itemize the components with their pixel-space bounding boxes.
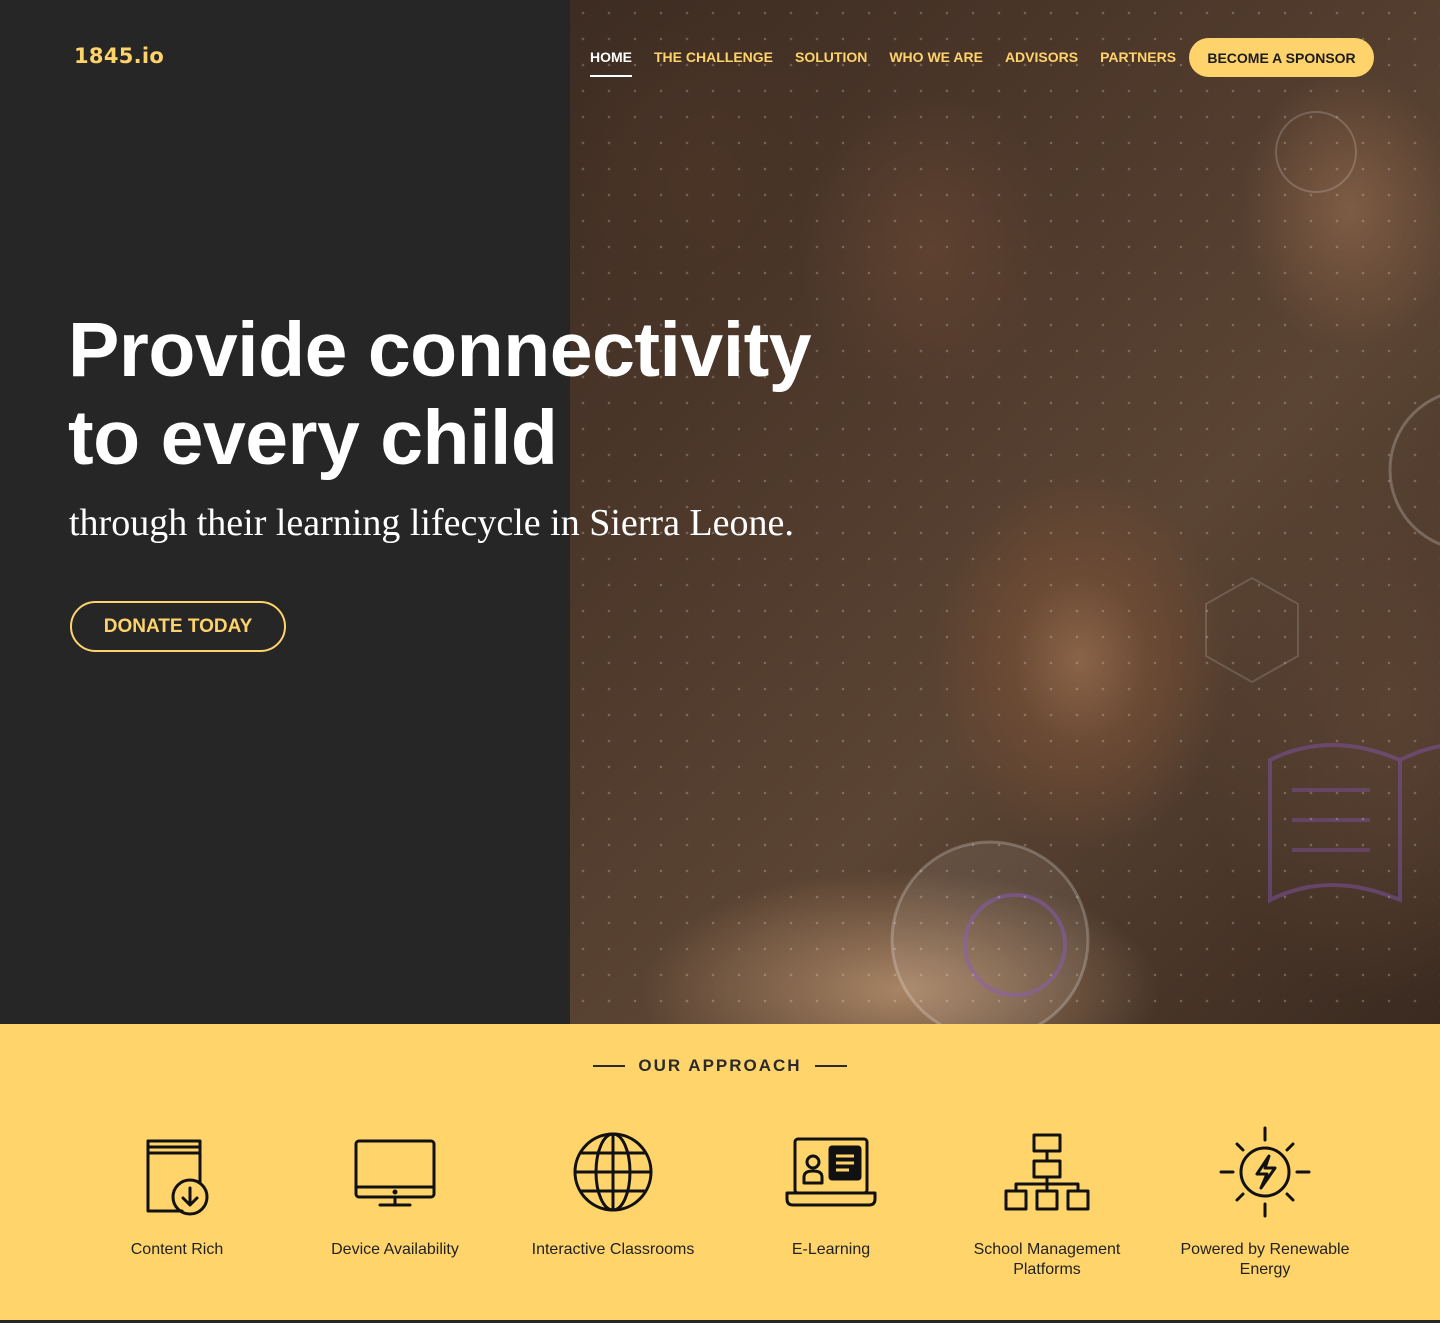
feature-label: E-Learning — [791, 1241, 871, 1258]
feature-device-availability: Device Availability — [286, 1124, 504, 1260]
nav-the-challenge[interactable]: THE CHALLENGE — [654, 38, 773, 76]
feature-label: Device Availability — [331, 1241, 459, 1258]
hero-headline-line-1: Provide connectivity — [68, 307, 812, 393]
hero-headline-line-2: to every child — [68, 395, 558, 481]
monitor-icon — [347, 1124, 443, 1220]
nav-solution[interactable]: SOLUTION — [795, 38, 867, 76]
heading-rule-right — [814, 1065, 847, 1067]
feature-e-learning: E-Learning — [722, 1124, 940, 1260]
nav-partners[interactable]: PARTNERS — [1100, 38, 1176, 76]
hero-section: 1845.io HOME THE CHALLENGE SOLUTION WHO … — [0, 0, 1440, 1024]
feature-label: Content Rich — [130, 1241, 224, 1258]
hero-subline: through their learning lifecycle in Sier… — [69, 502, 794, 544]
feature-label: Powered by Renewable Energy — [1180, 1241, 1350, 1278]
nav-advisors[interactable]: ADVISORS — [1005, 38, 1078, 76]
donate-today-button[interactable]: DONATE TODAY — [70, 601, 286, 652]
approach-section: OUR APPROACH Content Rich Device Availab… — [0, 1024, 1440, 1323]
main-nav: HOME THE CHALLENGE SOLUTION WHO WE ARE A… — [590, 38, 1198, 77]
book-download-icon — [129, 1124, 225, 1220]
globe-icon — [565, 1124, 661, 1220]
nav-home[interactable]: HOME — [590, 38, 632, 77]
nav-who-we-are[interactable]: WHO WE ARE — [889, 38, 983, 76]
site-logo[interactable]: 1845.io — [74, 44, 164, 68]
solar-energy-icon — [1217, 1124, 1313, 1220]
hero-headline: Provide connectivity to every child — [68, 306, 968, 482]
approach-title: OUR APPROACH — [638, 1056, 802, 1075]
org-chart-icon — [999, 1124, 1095, 1220]
feature-label: School Management Platforms — [973, 1241, 1121, 1278]
feature-school-management: School Management Platforms — [938, 1124, 1156, 1280]
become-sponsor-button[interactable]: BECOME A SPONSOR — [1189, 38, 1374, 77]
feature-interactive-classrooms: Interactive Classrooms — [504, 1124, 722, 1260]
feature-label: Interactive Classrooms — [531, 1241, 695, 1258]
feature-content-rich: Content Rich — [68, 1124, 286, 1260]
feature-renewable-energy: Powered by Renewable Energy — [1156, 1124, 1374, 1280]
approach-heading: OUR APPROACH — [0, 1056, 1440, 1076]
heading-rule-left — [593, 1065, 626, 1067]
laptop-learning-icon — [783, 1124, 879, 1220]
